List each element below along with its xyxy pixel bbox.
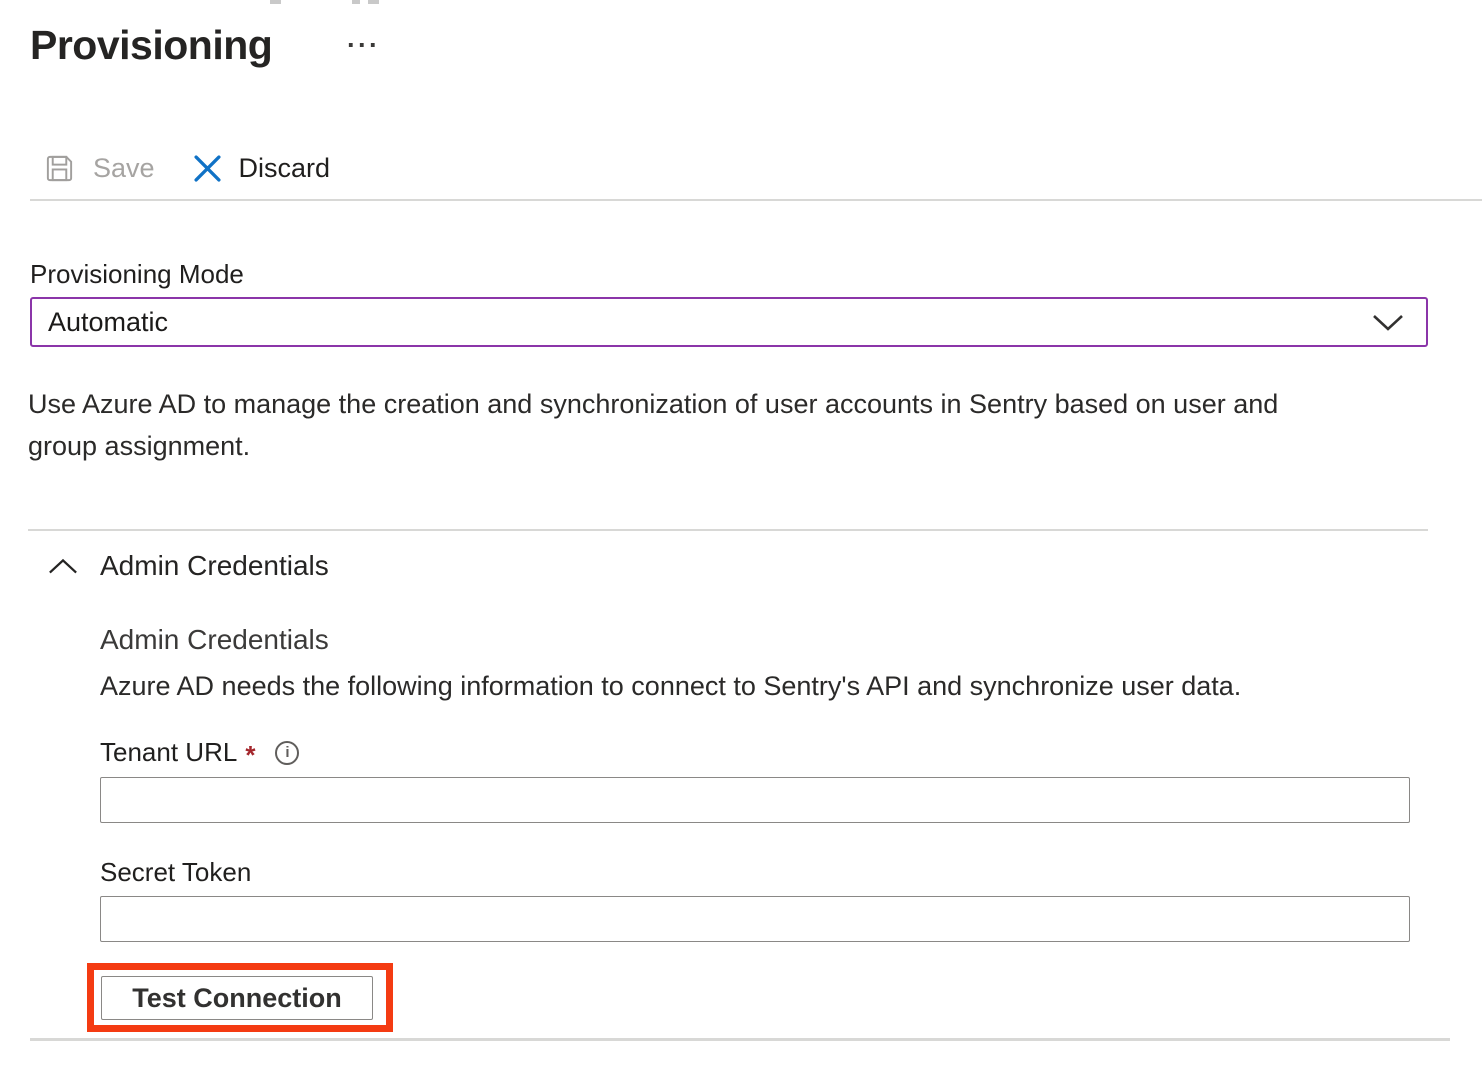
tenant-url-label-row: Tenant URL * i — [100, 737, 299, 768]
cropped-text-fragment — [270, 0, 281, 4]
discard-button-label: Discard — [239, 153, 331, 184]
discard-button[interactable]: Discard — [193, 153, 331, 184]
info-icon[interactable]: i — [275, 741, 299, 765]
test-connection-button[interactable]: Test Connection — [101, 976, 373, 1020]
required-asterisk: * — [245, 740, 255, 771]
tenant-url-label: Tenant URL — [100, 737, 237, 768]
save-icon — [44, 153, 75, 184]
save-button[interactable]: Save — [44, 153, 155, 184]
more-options-icon[interactable]: ··· — [347, 30, 380, 61]
secret-token-label: Secret Token — [100, 857, 251, 888]
toolbar-divider — [30, 199, 1482, 201]
command-bar: Save Discard — [44, 144, 330, 192]
admin-credentials-heading: Admin Credentials — [100, 624, 329, 656]
admin-credentials-section-title: Admin Credentials — [100, 550, 329, 582]
bottom-divider — [30, 1038, 1450, 1041]
chevron-down-icon — [1372, 314, 1404, 331]
x-icon — [193, 154, 222, 183]
provisioning-mode-description: Use Azure AD to manage the creation and … — [28, 383, 1338, 467]
secret-token-input[interactable] — [100, 896, 1410, 942]
tenant-url-input[interactable] — [100, 777, 1410, 823]
section-divider — [28, 529, 1428, 531]
page-title: Provisioning — [30, 22, 272, 69]
cropped-text-fragment — [368, 0, 379, 4]
save-button-label: Save — [93, 153, 155, 184]
admin-credentials-section-toggle[interactable]: Admin Credentials — [48, 550, 329, 582]
provisioning-mode-value: Automatic — [48, 307, 168, 338]
chevron-up-icon — [48, 558, 78, 575]
admin-credentials-description: Azure AD needs the following information… — [100, 671, 1300, 702]
cropped-text-fragment — [352, 0, 360, 4]
provisioning-mode-label: Provisioning Mode — [30, 259, 244, 290]
provisioning-mode-dropdown[interactable]: Automatic — [30, 297, 1428, 347]
